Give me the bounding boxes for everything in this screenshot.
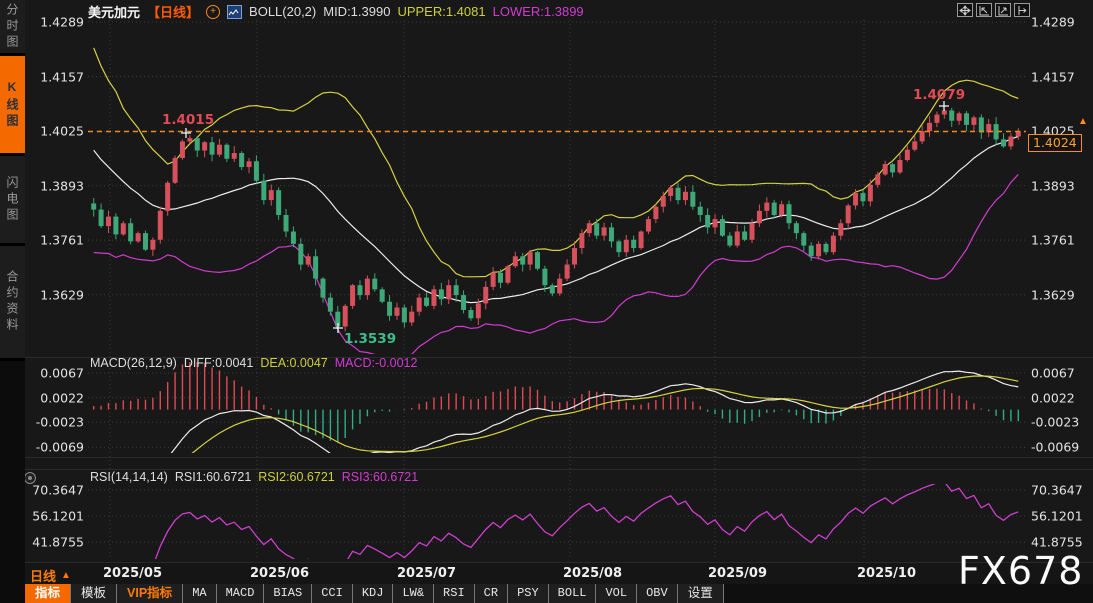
sidebar-tab-lightning[interactable]: 闪电图 — [0, 156, 25, 246]
toolbar-item-obv[interactable]: OBV — [637, 584, 678, 603]
axis-label-left: 56.1201 — [28, 508, 84, 523]
axis-label-right: 41.8755 — [1031, 534, 1083, 549]
xaxis-date: 2025/08 — [563, 566, 622, 581]
toolbar-item-rsi[interactable]: RSI — [434, 584, 475, 603]
annotation-may-high: 1.4015 — [162, 112, 214, 128]
sidebar-tab-contract-info[interactable]: 合约资料 — [0, 246, 25, 361]
trading-app: 分时图 K线图 闪电图 合约资料 美元加元 【日线】 + BOLL(20,2) … — [0, 0, 1093, 603]
axis-label-left: -0.0069 — [28, 440, 84, 455]
axis-label-left: -0.0023 — [28, 415, 84, 430]
axis-label-right: 1.4157 — [1031, 69, 1075, 84]
axis-label-left: 1.4289 — [28, 15, 84, 30]
boll-label: BOLL(20,2) — [249, 4, 316, 19]
axis-label-right: 1.3629 — [1031, 287, 1075, 302]
xaxis-row — [25, 562, 1093, 585]
toolbar-item-ma[interactable]: MA — [183, 584, 216, 603]
xaxis-date: 2025/10 — [857, 566, 916, 581]
toolbar-item-cci[interactable]: CCI — [312, 584, 353, 603]
macd-hist-value: MACD:-0.0012 — [335, 356, 418, 370]
axis-label-left: 1.4157 — [28, 69, 84, 84]
axis-label-left: 1.3629 — [28, 287, 84, 302]
chart-header: 美元加元 【日线】 + BOLL(20,2) MID:1.3990 UPPER:… — [88, 2, 584, 21]
chart-toolbar — [957, 3, 1030, 17]
toolbar-item-boll[interactable]: BOLL — [549, 584, 597, 603]
macd-dea-value: DEA:0.0047 — [260, 356, 327, 370]
annotation-oct-high: 1.4079 — [913, 87, 965, 103]
axis-label-left: 1.4025 — [28, 124, 84, 139]
toolbar-item-psy[interactable]: PSY — [508, 584, 549, 603]
chart-type-icon[interactable] — [227, 5, 242, 19]
toolbar-item-indicator[interactable]: 指标 — [25, 584, 71, 603]
rsi3-value: RSI3:60.6721 — [342, 470, 418, 484]
macd-title: MACD(26,12,9) — [90, 356, 177, 370]
axis-label-right: 0.0022 — [1031, 390, 1075, 405]
axis-label-left: 70.3647 — [28, 483, 84, 498]
axis-label-left: 41.8755 — [28, 534, 84, 549]
toolbar-item-kdj[interactable]: KDJ — [353, 584, 394, 603]
axis-label-right: 0.0067 — [1031, 365, 1075, 380]
sidebar-tab-kline[interactable]: K线图 — [0, 56, 25, 156]
zoom-in-icon[interactable] — [995, 3, 1011, 17]
indicator-toolbar: 指标 模板 VIP指标 MA MACD BIAS CCI KDJ LW& RSI… — [25, 584, 1093, 603]
annotation-june-low: 1.3539 — [344, 331, 396, 347]
rsi-header: RSI(14,14,14) RSI1:60.6721 RSI2:60.6721 … — [90, 470, 418, 484]
xaxis-date: 2025/07 — [397, 566, 456, 581]
toolbar-item-vol[interactable]: VOL — [596, 584, 637, 603]
period-up-arrow-icon: ▲ — [61, 570, 71, 581]
toolbar-item-cr[interactable]: CR — [475, 584, 508, 603]
watermark: FX678 — [958, 549, 1083, 593]
symbol-name: 美元加元 — [88, 2, 140, 21]
boll-lower-value: LOWER:1.3899 — [493, 4, 584, 19]
rsi2-value: RSI2:60.6721 — [258, 470, 334, 484]
macd-diff-value: DIFF:0.0041 — [184, 356, 253, 370]
axis-label-right: 1.3893 — [1031, 178, 1075, 193]
axis-label-right: 56.1201 — [1031, 508, 1083, 523]
add-icon[interactable]: + — [206, 5, 220, 19]
sidebar-tab-timeshare[interactable]: 分时图 — [0, 0, 25, 56]
xaxis-date: 2025/05 — [103, 566, 162, 581]
rsi1-value: RSI1:60.6721 — [175, 470, 251, 484]
axis-label-left: 1.3761 — [28, 233, 84, 248]
toolbar-item-settings[interactable]: 设置 — [678, 584, 724, 603]
boll-upper-value: UPPER:1.4081 — [397, 4, 485, 19]
pane-indicator-icon[interactable] — [24, 472, 36, 484]
toolbar-item-lw[interactable]: LW& — [393, 584, 434, 603]
current-price-arrow-icon: ▲ — [1078, 116, 1088, 127]
toolbar-item-macd[interactable]: MACD — [217, 584, 265, 603]
crosshair-icon[interactable] — [957, 3, 973, 17]
period-selector[interactable]: 日线 ▲ — [30, 566, 71, 585]
axis-label-right: 1.4289 — [1031, 15, 1075, 30]
axis-label-left: 0.0067 — [28, 365, 84, 380]
boll-mid-value: MID:1.3990 — [323, 4, 390, 19]
rsi-title: RSI(14,14,14) — [90, 470, 168, 484]
period-badge: 【日线】 — [147, 2, 199, 21]
macd-header: MACD(26,12,9) DIFF:0.0041 DEA:0.0047 MAC… — [90, 356, 417, 370]
pan-right-icon[interactable] — [1014, 3, 1030, 17]
period-label: 日线 — [30, 566, 56, 585]
axis-label-right: 70.3647 — [1031, 483, 1083, 498]
xaxis-date: 2025/06 — [250, 566, 309, 581]
axis-label-right: -0.0069 — [1031, 440, 1079, 455]
toolbar-item-template[interactable]: 模板 — [71, 584, 117, 603]
axis-label-left: 1.3893 — [28, 178, 84, 193]
axis-label-right: -0.0023 — [1031, 415, 1079, 430]
xaxis-date: 2025/09 — [708, 566, 767, 581]
current-price-tag: 1.4024 — [1028, 134, 1082, 152]
toolbar-item-bias[interactable]: BIAS — [264, 584, 312, 603]
toolbar-item-vip-indicator[interactable]: VIP指标 — [117, 584, 183, 603]
zoom-out-icon[interactable] — [976, 3, 992, 17]
axis-label-right: 1.3761 — [1031, 233, 1075, 248]
axis-label-left: 0.0022 — [28, 390, 84, 405]
sidebar: 分时图 K线图 闪电图 合约资料 — [0, 0, 25, 603]
pane-divider — [25, 457, 1093, 458]
